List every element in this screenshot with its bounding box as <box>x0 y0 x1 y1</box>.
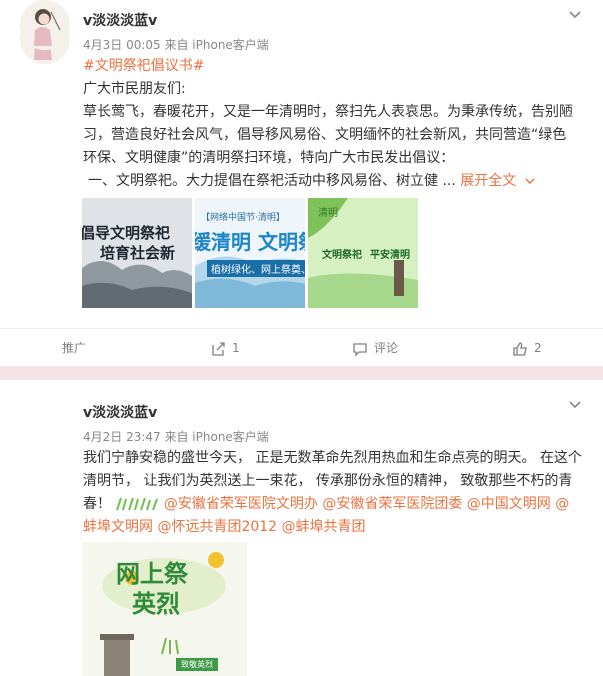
body-line: 环保、文明健康”的清明祭扫环境，特向广大市民发出倡议： <box>83 150 455 166</box>
thumbs-up-icon <box>513 341 527 356</box>
post-action-bar: 推广 1 评论 2 <box>0 328 603 367</box>
username[interactable]: v淡淡淡蓝v <box>83 402 157 422</box>
image-text: 文明祭祀 <box>322 250 362 261</box>
grass-emoji-icon <box>116 497 159 511</box>
chevron-down-icon[interactable] <box>567 6 583 22</box>
image-text: 清明 <box>318 208 338 219</box>
mention-links[interactable]: 蚌埠文明网 @怀远共青团2012 @蚌埠共青团 <box>83 516 583 539</box>
post-image-3[interactable]: 清明 文明祭祀 平安清明 <box>308 198 418 308</box>
forward-button[interactable]: 推广 <box>62 329 86 367</box>
post-image-2[interactable]: 【网络中国节·清明】 缓清明 文明祭 植树绿化、网上祭奠、 <box>195 198 305 308</box>
poster-title: 英烈 <box>132 590 180 618</box>
username[interactable]: v淡淡淡蓝v <box>83 10 157 30</box>
chevron-down-icon[interactable] <box>567 396 583 412</box>
share-icon <box>212 341 225 356</box>
image-text: 倡导文明祭祀 <box>82 224 171 242</box>
comment-button[interactable]: 评论 <box>352 329 398 367</box>
avatar[interactable] <box>20 0 70 50</box>
post-body: #文明祭祀倡议书# 广大市民朋友们: 草长莺飞，春暖花开，又是一年清明时，祭扫先… <box>83 55 583 193</box>
body-line: 习，营造良好社会风气，倡导移风易俗、文明缅怀的社会新风，共同营造“绿色 <box>83 127 567 143</box>
image-text: 【网络中国节·清明】 <box>201 213 285 223</box>
chevron-down-icon <box>525 178 535 185</box>
like-button[interactable]: 2 <box>512 329 542 367</box>
image-text: 平安清明 <box>370 250 410 261</box>
post-meta: 4月3日 00:05 来自 iPhone客户端 <box>83 38 269 52</box>
poster-button: 致敬英烈 <box>176 658 218 671</box>
image-text: 缓清明 文明祭 <box>195 230 305 254</box>
body-line: 一、文明祭祀。大力提倡在祭祀活动中移风易俗、树立健 ... <box>88 173 456 189</box>
image-text: 培育社会新 <box>100 244 176 262</box>
image-text: 植树绿化、网上祭奠、 <box>207 260 305 277</box>
weibo-post-1: v淡淡淡蓝v 4月3日 00:05 来自 iPhone客户端 #文明祭祀倡议书#… <box>0 0 603 366</box>
body-line: 广大市民朋友们: <box>83 81 186 97</box>
post-image-1[interactable]: 倡导文明祭祀 培育社会新 <box>82 198 192 308</box>
post-body: 我们宁静安稳的盛世今天， 正是无数革命先烈用热血和生命点亮的明天。 在这个 清明… <box>83 447 583 539</box>
body-line: 我们宁静安稳的盛世今天， 正是无数革命先烈用热血和生命点亮的明天。 在这个 <box>83 450 582 466</box>
topic-link[interactable]: #文明祭祀倡议书# <box>83 58 204 74</box>
post-meta: 4月2日 23:47 来自 iPhone客户端 <box>83 430 269 444</box>
expand-full-text-link[interactable]: 展开全文 <box>460 173 535 189</box>
comment-icon <box>353 342 367 357</box>
mention-links[interactable]: @安徽省荣军医院文明办 @安徽省荣军医院团委 @中国文明网 @ <box>164 496 569 512</box>
body-line: 春！ <box>83 496 111 512</box>
post-image-poster[interactable]: 网上祭 英烈 致敬英烈 <box>82 542 247 676</box>
body-line: 清明节， 让我们为英烈送上一束花， 传承那份永恒的精神， 致敬那些不朽的青 <box>83 473 573 489</box>
share-button[interactable]: 1 <box>210 329 240 367</box>
body-line: 草长莺飞，春暖花开，又是一年清明时，祭扫先人表哀思。为秉承传统，告别陋 <box>83 104 573 120</box>
